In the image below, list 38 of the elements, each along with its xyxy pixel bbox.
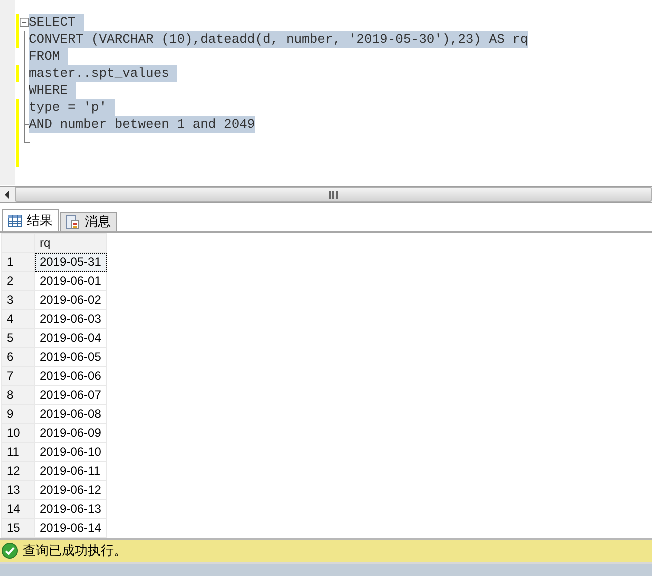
table-cell[interactable]: 2019-06-10 xyxy=(34,442,107,462)
row-header[interactable]: 9 xyxy=(2,404,34,424)
table-cell[interactable]: 2019-06-04 xyxy=(34,328,107,348)
result-tab[interactable]: 消息 xyxy=(60,212,117,231)
table-cell[interactable]: 2019-06-12 xyxy=(34,480,107,500)
table-cell[interactable]: 2019-06-05 xyxy=(34,348,107,366)
row-header[interactable]: 3 xyxy=(2,290,34,310)
table-cell[interactable]: 2019-06-09 xyxy=(34,424,107,442)
row-header[interactable]: 7 xyxy=(2,366,34,386)
row-header[interactable]: 14 xyxy=(2,500,34,518)
row-header[interactable]: 15 xyxy=(2,518,34,538)
row-header[interactable]: 10 xyxy=(2,424,34,442)
table-cell[interactable]: 2019-06-03 xyxy=(34,310,107,328)
row-header[interactable]: 12 xyxy=(2,462,34,480)
column-header[interactable]: rq xyxy=(34,234,107,252)
scroll-left-icon[interactable] xyxy=(5,190,10,198)
row-header[interactable]: 1 xyxy=(2,252,34,272)
row-header[interactable]: 11 xyxy=(2,442,34,462)
collapse-icon[interactable] xyxy=(20,17,29,28)
grip-icon xyxy=(329,190,338,198)
table-cell[interactable]: 2019-06-08 xyxy=(34,404,107,424)
document-icon xyxy=(66,214,80,230)
table-cell[interactable]: 2019-05-31 xyxy=(34,252,107,272)
row-header[interactable]: 5 xyxy=(2,328,34,348)
grid-icon xyxy=(8,214,22,226)
row-header[interactable]: 6 xyxy=(2,348,34,366)
result-tab[interactable]: 结果 xyxy=(2,209,59,231)
table-cell[interactable]: 2019-06-01 xyxy=(34,272,107,290)
table-cell[interactable]: 2019-06-02 xyxy=(34,290,107,310)
table-cell[interactable]: 2019-06-07 xyxy=(34,386,107,404)
row-header[interactable]: 8 xyxy=(2,386,34,404)
table-cell[interactable]: 2019-06-13 xyxy=(34,500,107,518)
row-header[interactable]: 4 xyxy=(2,310,34,328)
status-message: 查询已成功执行。 xyxy=(23,543,127,560)
table-cell[interactable]: 2019-06-11 xyxy=(34,462,107,480)
row-header[interactable]: 2 xyxy=(2,272,34,290)
row-header[interactable]: 13 xyxy=(2,480,34,500)
table-cell[interactable]: 2019-06-06 xyxy=(34,366,107,386)
